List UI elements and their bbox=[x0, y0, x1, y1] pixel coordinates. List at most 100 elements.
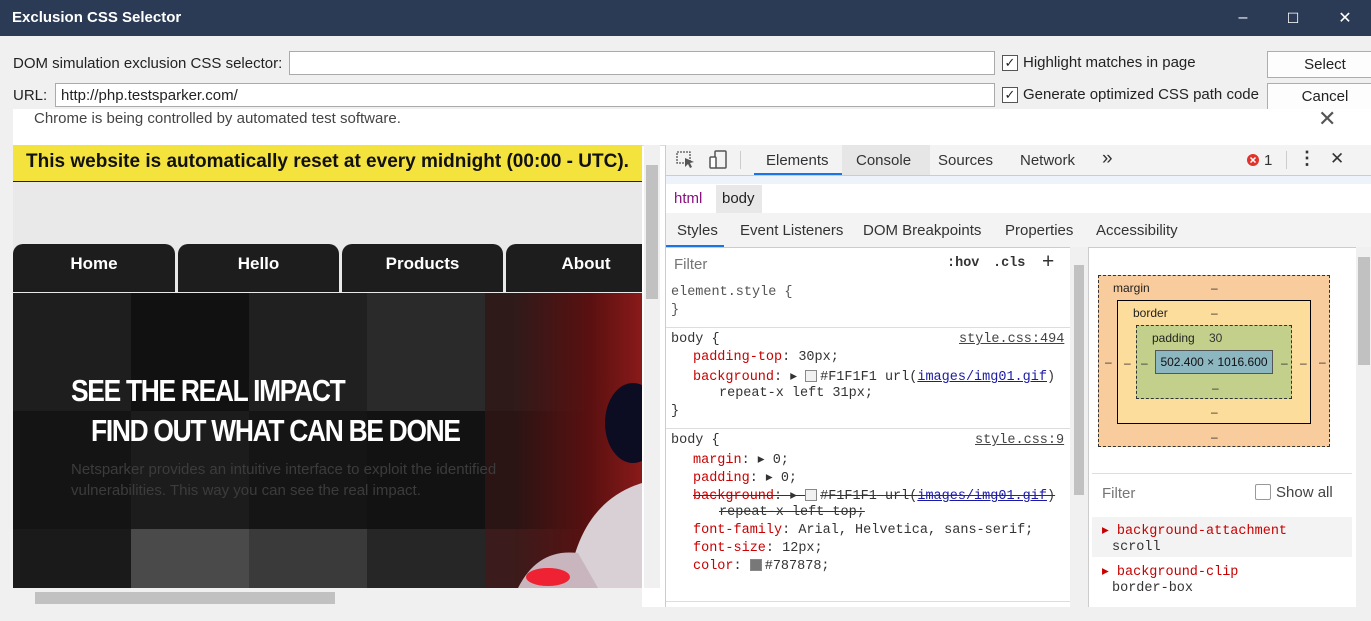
margin-left-value[interactable]: – bbox=[1105, 355, 1112, 369]
minimize-button[interactable]: – bbox=[1218, 0, 1268, 36]
subtab-styles[interactable]: Styles bbox=[677, 222, 718, 239]
site-vertical-scroll-thumb[interactable] bbox=[646, 165, 658, 299]
color-swatch[interactable] bbox=[805, 370, 818, 383]
subtab-dom-breakpoints[interactable]: DOM Breakpoints bbox=[863, 222, 981, 239]
rule1-prop-padding-top[interactable]: padding-top bbox=[693, 350, 782, 365]
border-left-value[interactable]: – bbox=[1124, 356, 1131, 370]
rule2-prop-margin[interactable]: margin bbox=[693, 453, 742, 468]
padding-bottom-value[interactable]: – bbox=[1212, 381, 1219, 395]
rule2-val-color[interactable]: #787878; bbox=[765, 559, 830, 574]
border-label: border bbox=[1133, 306, 1168, 320]
color-swatch[interactable] bbox=[749, 559, 762, 572]
computed-prop-name: background-clip bbox=[1116, 565, 1239, 580]
margin-right-value[interactable]: – bbox=[1319, 355, 1326, 369]
rule2-bg-color[interactable]: #F1F1F1 bbox=[820, 489, 877, 504]
error-count[interactable]: 1 bbox=[1264, 152, 1272, 169]
element-style-selector[interactable]: element.style { bbox=[671, 285, 793, 300]
site-horizontal-scroll-thumb[interactable] bbox=[35, 592, 335, 604]
rule2-val-font-family[interactable]: Arial, Helvetica, sans-serif; bbox=[798, 523, 1033, 538]
rule2-prop-font-size[interactable]: font-size bbox=[693, 541, 766, 556]
rule2-selector[interactable]: body { bbox=[671, 433, 720, 448]
url-input[interactable] bbox=[55, 83, 995, 107]
show-all-checkbox[interactable] bbox=[1255, 484, 1271, 500]
margin-box[interactable]: margin – – – – border – – – – padding 30… bbox=[1098, 275, 1330, 447]
computed-prop-background-clip[interactable]: ▸ background-clip bbox=[1102, 563, 1238, 580]
select-button[interactable]: Select bbox=[1267, 51, 1371, 78]
padding-left-value[interactable]: – bbox=[1141, 356, 1148, 370]
nav-about[interactable]: About bbox=[506, 244, 642, 292]
crumb-html[interactable]: html bbox=[674, 190, 702, 207]
rule1-source-link[interactable]: style.css:494 bbox=[959, 332, 1064, 347]
dom-tree-peek bbox=[666, 176, 1371, 184]
rule2-source-link[interactable]: style.css:9 bbox=[975, 433, 1064, 448]
pane-divider bbox=[1088, 247, 1089, 607]
hero-tile bbox=[249, 529, 367, 588]
computed-prop-background-attachment[interactable]: ▸ background-attachment bbox=[1102, 522, 1287, 539]
rule1-selector[interactable]: body { bbox=[671, 332, 720, 347]
tab-sources[interactable]: Sources bbox=[938, 152, 993, 169]
rule1-bg-continuation[interactable]: repeat-x left 31px; bbox=[719, 386, 873, 401]
rule1-prop-background[interactable]: background bbox=[693, 370, 774, 385]
color-swatch[interactable] bbox=[805, 489, 818, 502]
inspect-element-icon[interactable] bbox=[676, 151, 696, 169]
computed-val-border-box: border-box bbox=[1112, 581, 1194, 596]
border-right-value[interactable]: – bbox=[1300, 356, 1307, 370]
infobar-close-icon[interactable]: ✕ bbox=[1318, 109, 1336, 132]
hero-banner: SEE THE REAL IMPACT FIND OUT WHAT CAN BE… bbox=[13, 293, 642, 588]
rule1-url-link[interactable]: images/img01.gif bbox=[917, 370, 1047, 385]
error-icon[interactable] bbox=[1246, 153, 1260, 167]
border-top-value[interactable]: – bbox=[1211, 306, 1218, 320]
border-box[interactable]: border – – – – padding 30 – – – 502.400 … bbox=[1117, 300, 1311, 424]
rule2-bg-continuation[interactable]: repeat-x left top; bbox=[719, 505, 865, 520]
crumb-body[interactable]: body bbox=[722, 190, 755, 207]
subtab-event-listeners[interactable]: Event Listeners bbox=[740, 222, 843, 239]
highlight-checkbox[interactable]: ✓ bbox=[1002, 55, 1018, 71]
selector-input[interactable] bbox=[289, 51, 995, 75]
close-button[interactable]: ✕ bbox=[1320, 0, 1370, 36]
styles-scroll-thumb[interactable] bbox=[1074, 265, 1084, 495]
cls-button[interactable]: .cls bbox=[993, 256, 1025, 271]
optimize-checkbox[interactable]: ✓ bbox=[1002, 87, 1018, 103]
rule1-bg-color[interactable]: #F1F1F1 bbox=[820, 370, 877, 385]
device-toolbar-icon[interactable] bbox=[709, 150, 729, 170]
rule2-prop-color[interactable]: color bbox=[693, 559, 734, 574]
rule2-prop-padding[interactable]: padding bbox=[693, 471, 750, 486]
subtab-accessibility[interactable]: Accessibility bbox=[1096, 222, 1178, 239]
styles-pane: :hov .cls + element.style { } body { sty… bbox=[666, 247, 1070, 607]
computed-filter-input[interactable] bbox=[1102, 481, 1242, 505]
devtools-menu-icon[interactable]: ⋮ bbox=[1298, 148, 1316, 169]
content-size[interactable]: 502.400 × 1016.600 bbox=[1155, 350, 1273, 374]
margin-bottom-value[interactable]: – bbox=[1211, 430, 1218, 444]
nav-home[interactable]: Home bbox=[13, 244, 175, 292]
rule2-val-padding[interactable]: 0; bbox=[781, 471, 797, 486]
rule1-val-padding-top[interactable]: 30px; bbox=[798, 350, 839, 365]
tab-console[interactable]: Console bbox=[856, 152, 911, 169]
hero-tile bbox=[367, 529, 485, 588]
padding-box[interactable]: padding 30 – – – 502.400 × 1016.600 bbox=[1136, 325, 1292, 399]
rule2-prop-font-family[interactable]: font-family bbox=[693, 523, 782, 538]
rule2-prop-background[interactable]: background bbox=[693, 489, 774, 504]
tab-network[interactable]: Network bbox=[1020, 152, 1075, 169]
subtab-properties[interactable]: Properties bbox=[1005, 222, 1073, 239]
rule2-val-margin[interactable]: 0; bbox=[773, 453, 789, 468]
nav-hello[interactable]: Hello bbox=[178, 244, 339, 292]
rule2-url-link[interactable]: images/img01.gif bbox=[917, 489, 1047, 504]
devtools-close-icon[interactable]: ✕ bbox=[1330, 149, 1344, 169]
styles-filter-input[interactable] bbox=[668, 252, 934, 276]
hov-button[interactable]: :hov bbox=[947, 256, 979, 271]
tab-elements[interactable]: Elements bbox=[766, 152, 829, 169]
rule2-val-font-size[interactable]: 12px; bbox=[782, 541, 823, 556]
automation-infobar: Chrome is being controlled by automated … bbox=[13, 109, 1371, 146]
more-tabs-icon[interactable]: » bbox=[1102, 148, 1113, 170]
margin-label: margin bbox=[1113, 281, 1150, 295]
maximize-button[interactable]: ☐ bbox=[1268, 0, 1318, 36]
margin-top-value[interactable]: – bbox=[1211, 281, 1218, 295]
cancel-button[interactable]: Cancel bbox=[1267, 83, 1371, 110]
add-rule-icon[interactable]: + bbox=[1042, 250, 1054, 274]
box-scroll-thumb[interactable] bbox=[1358, 257, 1370, 365]
computed-val-scroll: scroll bbox=[1112, 540, 1161, 555]
border-bottom-value[interactable]: – bbox=[1211, 405, 1218, 419]
padding-right-value[interactable]: – bbox=[1281, 356, 1288, 370]
padding-top-value[interactable]: 30 bbox=[1209, 331, 1222, 345]
nav-products[interactable]: Products bbox=[342, 244, 503, 292]
